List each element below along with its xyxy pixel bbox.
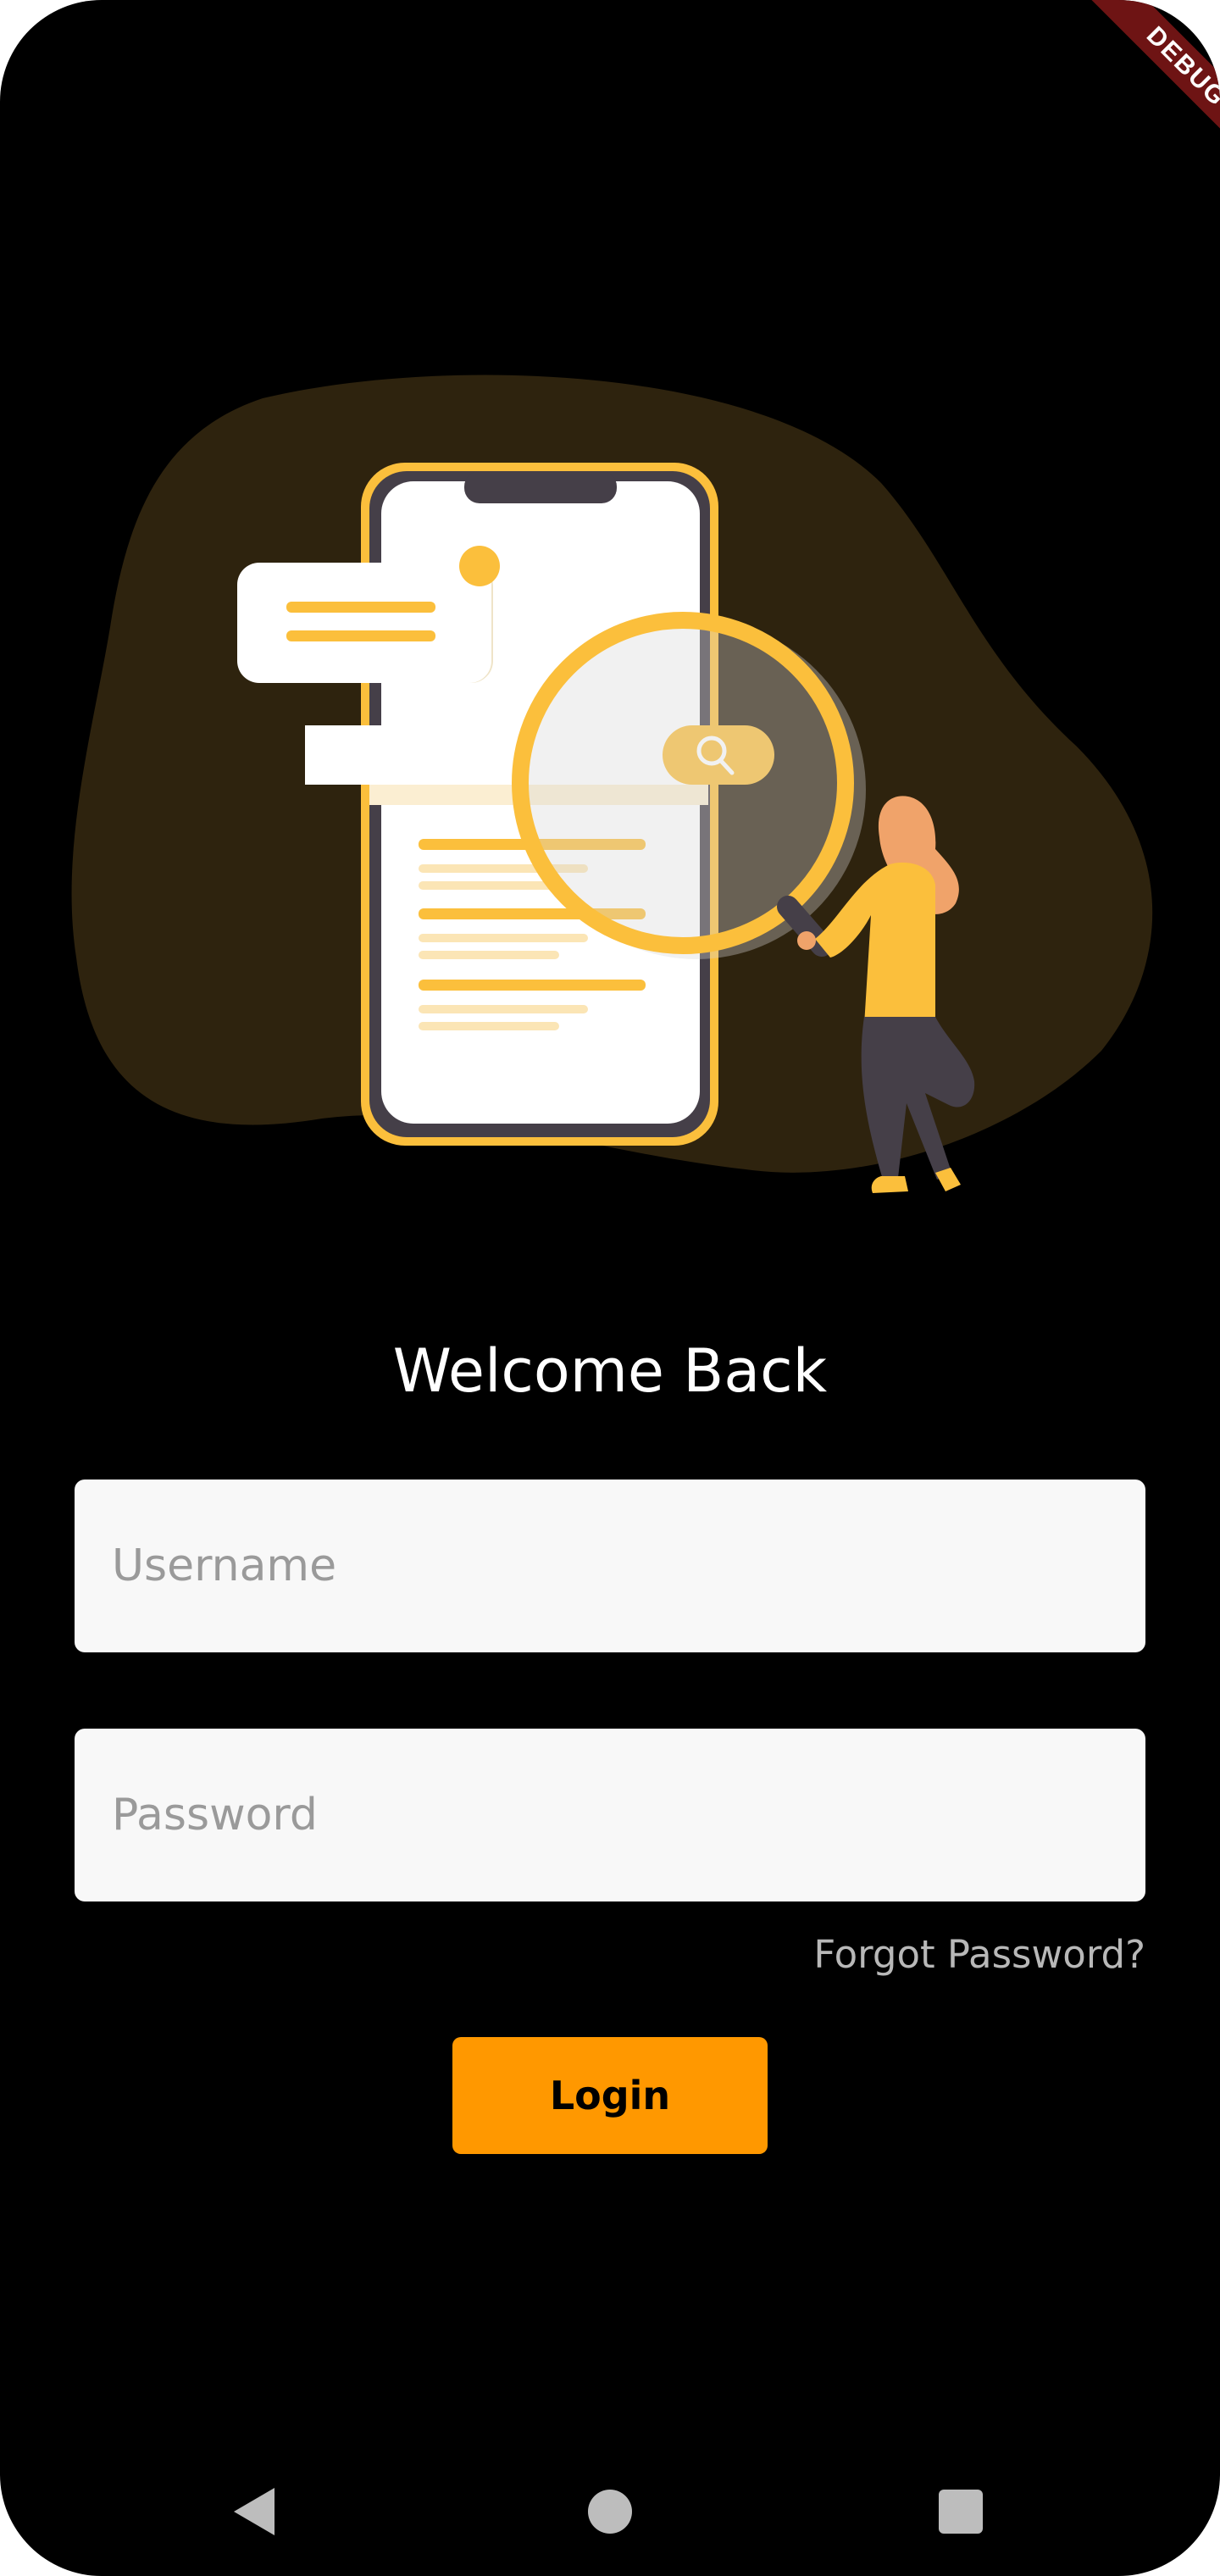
debug-banner: DEBUG: [1070, 0, 1220, 183]
password-input[interactable]: [110, 1789, 1145, 1841]
back-triangle-icon[interactable]: [234, 2488, 274, 2535]
forgot-password-link[interactable]: Forgot Password?: [813, 1932, 1145, 1977]
phone-notch: [464, 471, 617, 503]
welcome-title: Welcome Back: [392, 1336, 828, 1406]
username-input[interactable]: [110, 1540, 1145, 1592]
home-circle-icon[interactable]: [588, 2490, 632, 2534]
system-nav-bar: [0, 2457, 1220, 2551]
login-button[interactable]: Login: [452, 2037, 768, 2154]
password-field[interactable]: [75, 1729, 1145, 1901]
recents-square-icon[interactable]: [939, 2490, 983, 2534]
username-field[interactable]: [75, 1480, 1145, 1652]
phone-screen: DEBUG Welcome Back Username Forgot Passw…: [0, 0, 1220, 2576]
search-illustration: [71, 375, 1153, 1193]
chat-bubble-card: [237, 563, 491, 683]
